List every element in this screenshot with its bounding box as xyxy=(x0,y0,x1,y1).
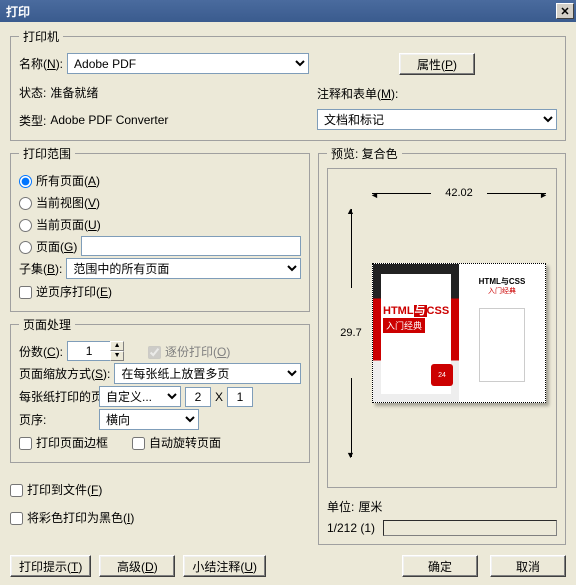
spin-up-icon[interactable]: ▲ xyxy=(110,341,124,351)
printer-legend: 打印机 xyxy=(19,28,63,45)
thumb-back: HTML与CSS 入门经典 xyxy=(459,264,545,402)
advanced-button[interactable]: 高级(D) xyxy=(99,555,175,577)
persheet-label: 每张纸打印的页数: xyxy=(19,388,95,405)
handling-group: 页面处理 份数(C): ▲▼ 逐份打印(O) 页面缩放方式(S): 在每张纸上放… xyxy=(10,316,310,463)
custom-x-input[interactable] xyxy=(185,387,211,407)
range-legend: 打印范围 xyxy=(19,145,75,162)
name-label: 名称(N): xyxy=(19,55,63,72)
preview-area: ◄42.02► ▲29.7▼ HTML与CSS 入门经典 24 HTML与CSS xyxy=(327,168,557,488)
radio-view[interactable]: 当前视图(V) xyxy=(19,194,100,211)
preview-legend: 预览: 复合色 xyxy=(327,145,402,162)
dimension-height: ▲29.7▼ xyxy=(336,209,366,457)
preview-group: 预览: 复合色 ◄42.02► ▲29.7▼ HTML与CSS 入门经典 24 xyxy=(318,145,566,545)
preview-page: HTML与CSS 入门经典 24 HTML与CSS 入门经典 xyxy=(372,263,546,403)
scaling-select[interactable]: 在每张纸上放置多页 xyxy=(114,363,301,384)
units-label: 单位: xyxy=(327,498,354,515)
reverse-check[interactable]: 逆页序打印(E) xyxy=(19,283,112,300)
status-label: 状态: xyxy=(19,84,46,101)
printer-group: 打印机 名称(N): Adobe PDF 状态: 准备就绪 类型: Adobe … xyxy=(10,28,566,141)
page-indicator: 1/212 (1) xyxy=(327,521,375,535)
printer-name-select[interactable]: Adobe PDF xyxy=(67,53,309,74)
radio-pages[interactable]: 页面(G) xyxy=(19,238,77,255)
comments-select[interactable]: 文档和标记 xyxy=(317,109,557,130)
dimension-width: ◄42.02► xyxy=(372,187,546,199)
handling-legend: 页面处理 xyxy=(19,316,75,333)
comments-label: 注释和表单(M): xyxy=(317,85,398,102)
x-separator: X xyxy=(215,390,223,404)
copies-spinner[interactable]: ▲▼ xyxy=(67,341,124,361)
window-title: 打印 xyxy=(6,3,30,20)
custom-y-input[interactable] xyxy=(227,387,253,407)
title-bar: 打印 ✕ xyxy=(0,0,576,22)
subset-select[interactable]: 范围中的所有页面 xyxy=(66,258,301,279)
order-select[interactable]: 横向 xyxy=(99,409,199,430)
summary-button[interactable]: 小结注释(U) xyxy=(183,555,266,577)
autorotate-check[interactable]: 自动旋转页面 xyxy=(132,434,221,451)
properties-button[interactable]: 属性(P) xyxy=(399,53,475,75)
grayscale-check[interactable]: 将彩色打印为黑色(I) xyxy=(10,509,134,526)
border-check[interactable]: 打印页面边框 xyxy=(19,434,108,451)
scaling-label: 页面缩放方式(S): xyxy=(19,365,110,382)
tofile-check[interactable]: 打印到文件(F) xyxy=(10,481,102,498)
copies-label: 份数(C): xyxy=(19,343,63,360)
order-label: 页序: xyxy=(19,411,95,428)
radio-current[interactable]: 当前页面(U) xyxy=(19,216,101,233)
type-label: 类型: xyxy=(19,112,46,129)
thumb-front: HTML与CSS 入门经典 24 xyxy=(373,264,459,402)
type-value: Adobe PDF Converter xyxy=(50,113,168,127)
spin-down-icon[interactable]: ▼ xyxy=(110,351,124,361)
page-slider[interactable] xyxy=(383,520,557,536)
cancel-button[interactable]: 取消 xyxy=(490,555,566,577)
subset-label: 子集(B): xyxy=(19,260,62,277)
collate-check: 逐份打印(O) xyxy=(148,343,230,360)
ok-button[interactable]: 确定 xyxy=(402,555,478,577)
units-value: 厘米 xyxy=(358,498,382,515)
persheet-select[interactable]: 自定义... xyxy=(99,386,181,407)
tips-button[interactable]: 打印提示(T) xyxy=(10,555,91,577)
radio-all[interactable]: 所有页面(A) xyxy=(19,172,100,189)
status-value: 准备就绪 xyxy=(50,84,98,101)
range-group: 打印范围 所有页面(A) 当前视图(V) 当前页面(U) 页面(G) 子集(B)… xyxy=(10,145,310,312)
pages-input[interactable] xyxy=(81,236,301,256)
close-icon[interactable]: ✕ xyxy=(556,3,574,19)
